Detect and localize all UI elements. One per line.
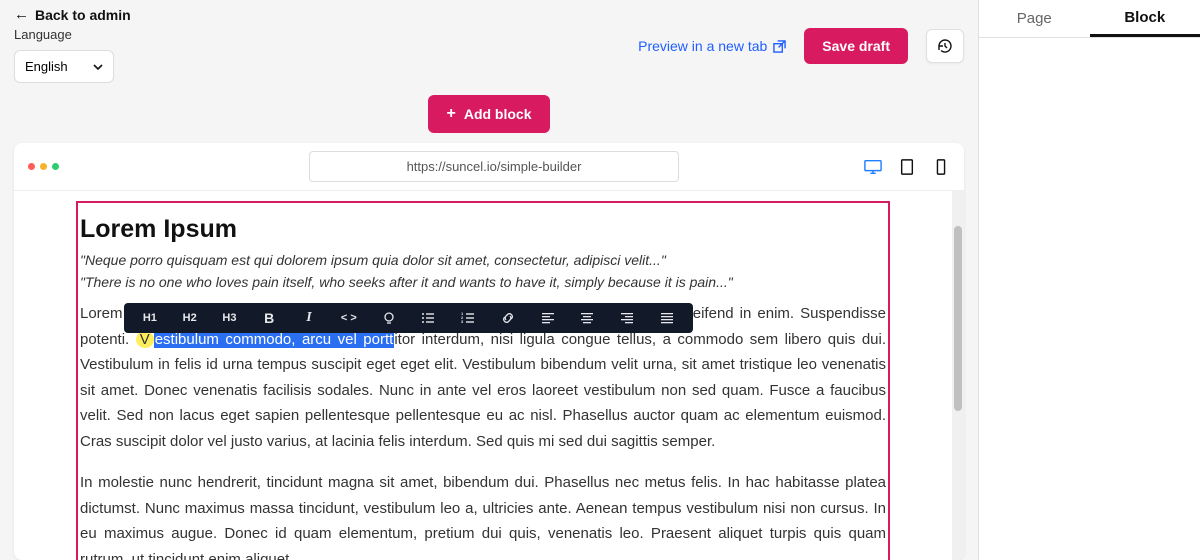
quote-2: "There is no one who loves pain itself, … <box>80 272 886 294</box>
desktop-icon[interactable] <box>864 159 882 175</box>
tab-block[interactable]: Block <box>1090 0 1200 37</box>
svg-text:3: 3 <box>461 319 464 324</box>
align-right-button[interactable] <box>607 303 647 333</box>
page-title: Lorem Ipsum <box>80 215 886 244</box>
bullet-list-button[interactable] <box>408 303 448 333</box>
h3-button[interactable]: H3 <box>210 303 250 333</box>
back-to-admin-link[interactable]: ← Back to admin <box>14 6 131 23</box>
language-value: English <box>25 59 68 74</box>
url-input[interactable] <box>309 151 679 182</box>
code-button[interactable]: < > <box>329 303 369 333</box>
tablet-icon[interactable] <box>898 159 916 175</box>
h2-button[interactable]: H2 <box>170 303 210 333</box>
traffic-lights <box>28 163 59 170</box>
align-justify-button[interactable] <box>647 303 687 333</box>
arrow-left-icon: ← <box>14 6 29 23</box>
history-icon <box>937 38 953 54</box>
language-label: Language <box>14 27 131 42</box>
align-center-button[interactable] <box>568 303 608 333</box>
bulb-button[interactable] <box>369 303 409 333</box>
rich-text-toolbar: H1 H2 H3 B I < > 123 <box>124 303 693 333</box>
align-left-button[interactable] <box>528 303 568 333</box>
plus-icon: + <box>446 105 455 123</box>
vertical-scrollbar[interactable] <box>952 191 964 560</box>
ordered-list-button[interactable]: 123 <box>448 303 488 333</box>
link-button[interactable] <box>488 303 528 333</box>
canvas-frame: Lorem Ipsum "Neque porro quisquam est qu… <box>14 143 964 560</box>
preview-link[interactable]: Preview in a new tab <box>638 38 786 54</box>
tab-page[interactable]: Page <box>979 0 1090 37</box>
scroll-thumb[interactable] <box>954 226 962 411</box>
add-block-label: Add block <box>464 106 532 122</box>
side-panel: Page Block <box>978 0 1200 560</box>
external-link-icon <box>773 40 786 53</box>
save-draft-button[interactable]: Save draft <box>804 28 908 64</box>
h1-button[interactable]: H1 <box>130 303 170 333</box>
editor-block[interactable]: Lorem Ipsum "Neque porro quisquam est qu… <box>76 201 890 560</box>
chevron-down-icon <box>93 62 103 72</box>
italic-button[interactable]: I <box>289 303 329 333</box>
preview-label: Preview in a new tab <box>638 38 767 54</box>
history-button[interactable] <box>926 29 964 63</box>
quote-1: "Neque porro quisquam est qui dolorem ip… <box>80 250 886 272</box>
mobile-icon[interactable] <box>932 159 950 175</box>
text-selection: estibulum commodo, arcu vel portt <box>154 331 395 348</box>
language-select[interactable]: English <box>14 50 114 83</box>
cursor-highlight: V <box>136 331 154 348</box>
paragraph-2: In molestie nunc hendrerit, tincidunt ma… <box>80 470 886 560</box>
bold-button[interactable]: B <box>249 303 289 333</box>
back-label: Back to admin <box>35 7 131 23</box>
add-block-button[interactable]: + Add block <box>428 95 549 133</box>
